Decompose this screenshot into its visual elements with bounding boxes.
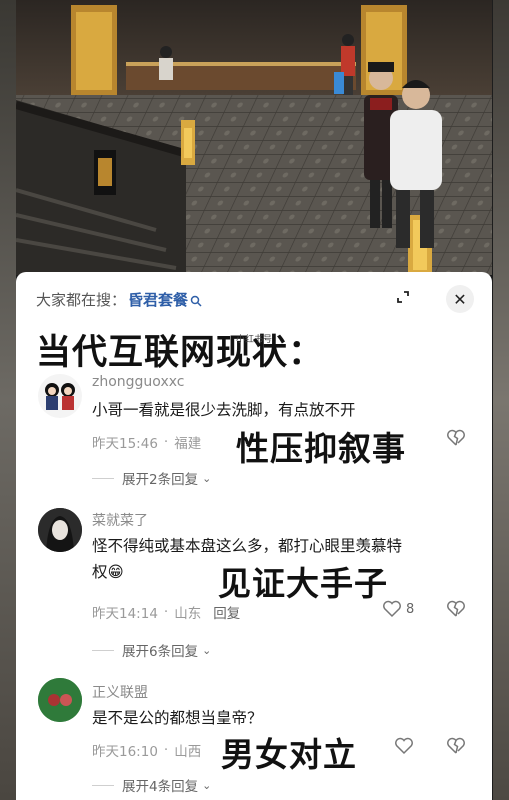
expand-replies-label: 展开4条回复 (122, 779, 199, 795)
reply-button[interactable]: 回复 (213, 602, 240, 622)
comment-location: 山西 (174, 744, 202, 760)
expand-replies-label: 展开6条回复 (122, 644, 199, 660)
comment-text-line2: 权😁 (92, 560, 124, 584)
avatar[interactable] (38, 678, 82, 722)
watermark-text: 小红书号 (236, 335, 273, 345)
reply-divider-line (92, 784, 114, 786)
avatar-cartoon-icon (45, 383, 75, 410)
search-icon (190, 293, 202, 307)
overlay-headline: 当代互联网现状： (36, 333, 325, 373)
avatar-badge-icon (38, 678, 82, 722)
blurred-border-left (0, 0, 16, 800)
separator-dot: · (163, 742, 169, 758)
blurred-border-right (493, 0, 509, 800)
broken-heart-icon (447, 737, 465, 754)
comment-time: 昨天16:10 (92, 744, 158, 760)
dislike-button[interactable] (446, 737, 466, 759)
reply-divider-line (92, 477, 114, 479)
avatar-portrait-icon (38, 508, 82, 552)
avatar[interactable] (38, 374, 82, 418)
separator-dot: · (163, 434, 169, 450)
comment-time: 昨天14:14 (92, 606, 158, 622)
comment-text: 是不是公的都想当皇帝？ (92, 709, 263, 727)
search-suggestion[interactable]: 大家都在搜： 昏君套餐 (36, 286, 202, 312)
dislike-button[interactable] (446, 429, 466, 451)
comment-text: 小哥一看就是很少去洗脚，有点放不开 (92, 401, 356, 419)
dislike-button[interactable] (446, 600, 466, 622)
comment-username[interactable]: 正义联盟 (92, 682, 148, 702)
avatar[interactable] (38, 508, 82, 552)
separator-dot: · (163, 604, 169, 620)
close-button[interactable]: ✕ (446, 285, 474, 313)
like-button[interactable] (394, 737, 414, 755)
expand-icon (395, 289, 411, 309)
like-button[interactable]: 8 (382, 600, 414, 618)
chevron-down-icon: ⌄ (202, 643, 212, 657)
chevron-down-icon: ⌄ (202, 471, 212, 485)
heart-icon (395, 737, 413, 755)
broken-heart-icon (447, 600, 465, 617)
comment-username[interactable]: zhongguoxxc (92, 374, 184, 390)
comment-location: 山东 (174, 606, 202, 622)
expand-button[interactable] (390, 286, 416, 312)
comment-location: 福建 (174, 436, 202, 452)
close-icon: ✕ (453, 289, 467, 309)
expand-replies-button[interactable]: 展开6条回复 ⌄ (92, 640, 211, 660)
post-photo (16, 0, 492, 275)
overlay-caption: 男女对立 (221, 735, 357, 774)
heart-icon (383, 600, 401, 618)
search-prefix: 大家都在搜： (36, 290, 127, 309)
chevron-down-icon: ⌄ (202, 778, 212, 792)
comment-meta: 昨天15:46 · 福建 (92, 432, 201, 452)
comment-text: 怪不得纯或基本盘这么多，都打心眼里羡慕特 (92, 537, 403, 555)
comment-text-continuation: 权 (92, 563, 108, 581)
expand-replies-button[interactable]: 展开4条回复 ⌄ (92, 775, 211, 795)
broken-heart-icon (447, 429, 465, 446)
expand-replies-button[interactable]: 展开2条回复 ⌄ (92, 468, 211, 488)
reply-divider-line (92, 649, 114, 651)
search-term-link[interactable]: 昏君套餐 (128, 289, 188, 310)
comment-username[interactable]: 菜就菜了 (92, 510, 148, 530)
comment-meta: 昨天16:10 · 山西 (92, 740, 201, 760)
comment-time: 昨天15:46 (92, 436, 158, 452)
overlay-caption: 性压抑叙事 (236, 429, 406, 468)
palace-scene-illustration (16, 0, 492, 275)
comment-sheet: 大家都在搜： 昏君套餐 ✕ 当代互联网现状： 小红书号 zhongguoxxc … (16, 272, 492, 800)
expand-replies-label: 展开2条回复 (122, 472, 199, 488)
overlay-caption: 见证大手子 (218, 564, 388, 603)
like-count: 8 (406, 601, 415, 617)
grin-emoji-icon: 😁 (107, 563, 124, 581)
comment-meta: 昨天14:14 · 山东 回复 (92, 602, 240, 622)
